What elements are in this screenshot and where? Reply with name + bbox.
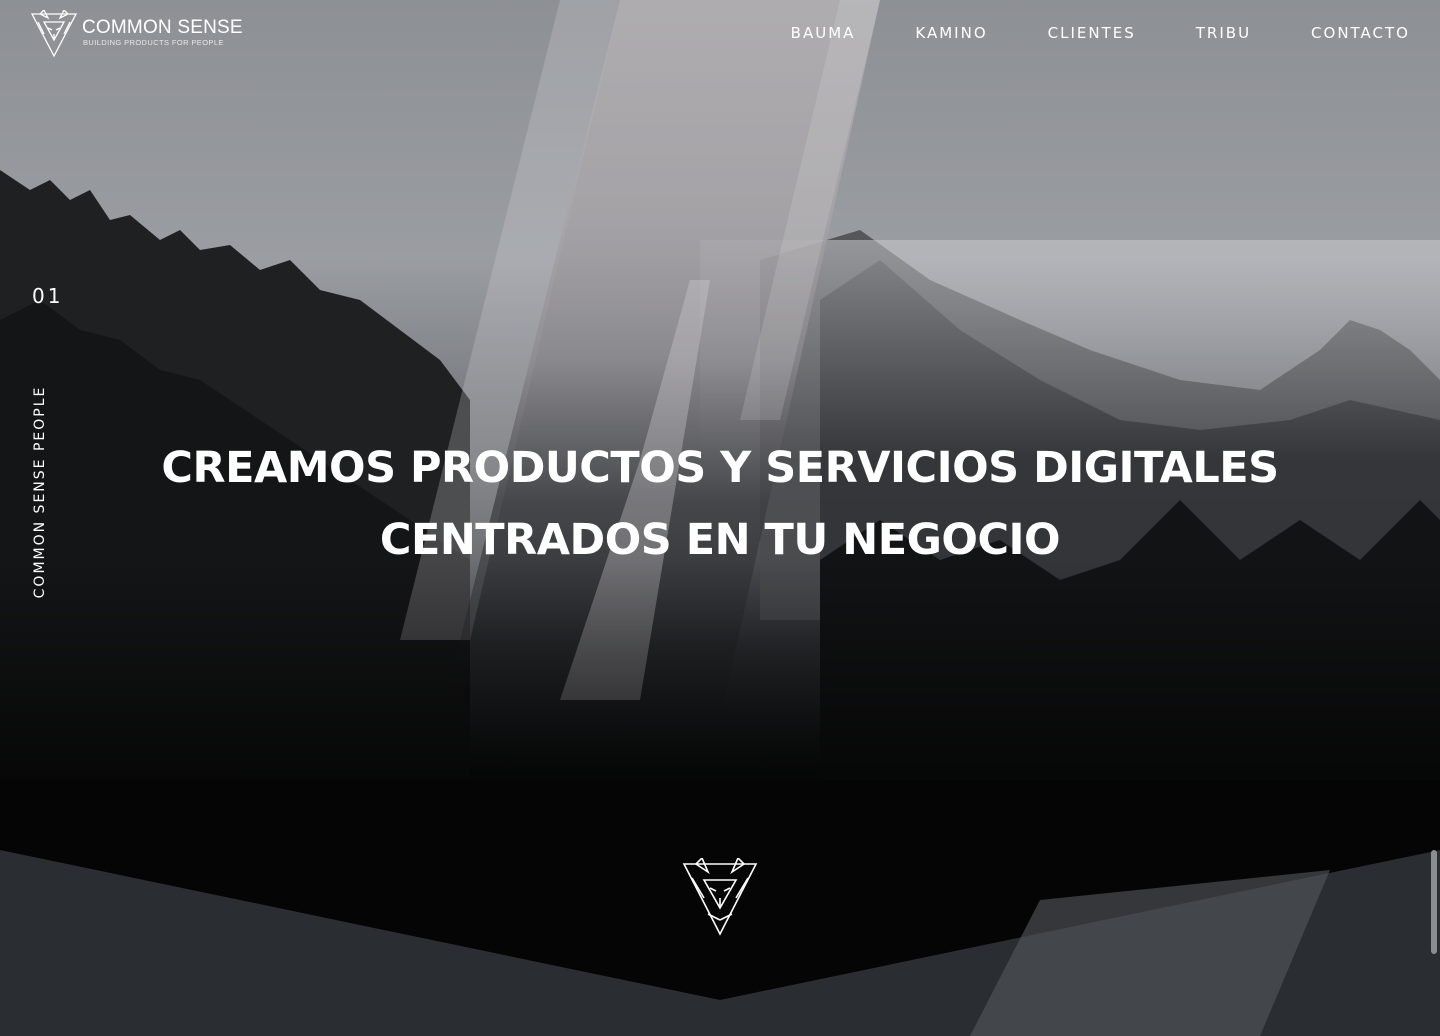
nav-item-clientes[interactable]: CLIENTES: [1048, 24, 1136, 42]
headline-line-1: CREAMOS PRODUCTOS Y SERVICIOS DIGITALES: [161, 443, 1279, 493]
page-scrollbar[interactable]: [1431, 850, 1437, 954]
logo-name: COMMON SENSE: [82, 17, 243, 38]
hero-headline: CREAMOS PRODUCTOS Y SERVICIOS DIGITALES …: [0, 432, 1440, 576]
hero-section: COMMON SENSE BUILDING PRODUCTS FOR PEOPL…: [0, 0, 1440, 1036]
logo-tagline: BUILDING PRODUCTS FOR PEOPLE: [83, 38, 224, 47]
nav-item-bauma[interactable]: BAUMA: [791, 24, 856, 42]
nav-item-contacto[interactable]: CONTACTO: [1311, 24, 1410, 42]
headline-line-2: CENTRADOS EN TU NEGOCIO: [379, 515, 1061, 565]
nav-item-kamino[interactable]: KAMINO: [915, 24, 987, 42]
slide-number: 01: [32, 284, 64, 308]
wolf-triangle-logo-icon[interactable]: [680, 858, 760, 938]
wolf-triangle-logo-icon: [30, 10, 78, 58]
logo-link[interactable]: COMMON SENSE BUILDING PRODUCTS FOR PEOPL…: [30, 10, 243, 60]
nav-item-tribu[interactable]: TRIBU: [1196, 24, 1251, 42]
main-nav: BAUMA KAMINO CLIENTES TRIBU CONTACTO: [731, 24, 1410, 42]
site-header: COMMON SENSE BUILDING PRODUCTS FOR PEOPL…: [0, 0, 1440, 70]
